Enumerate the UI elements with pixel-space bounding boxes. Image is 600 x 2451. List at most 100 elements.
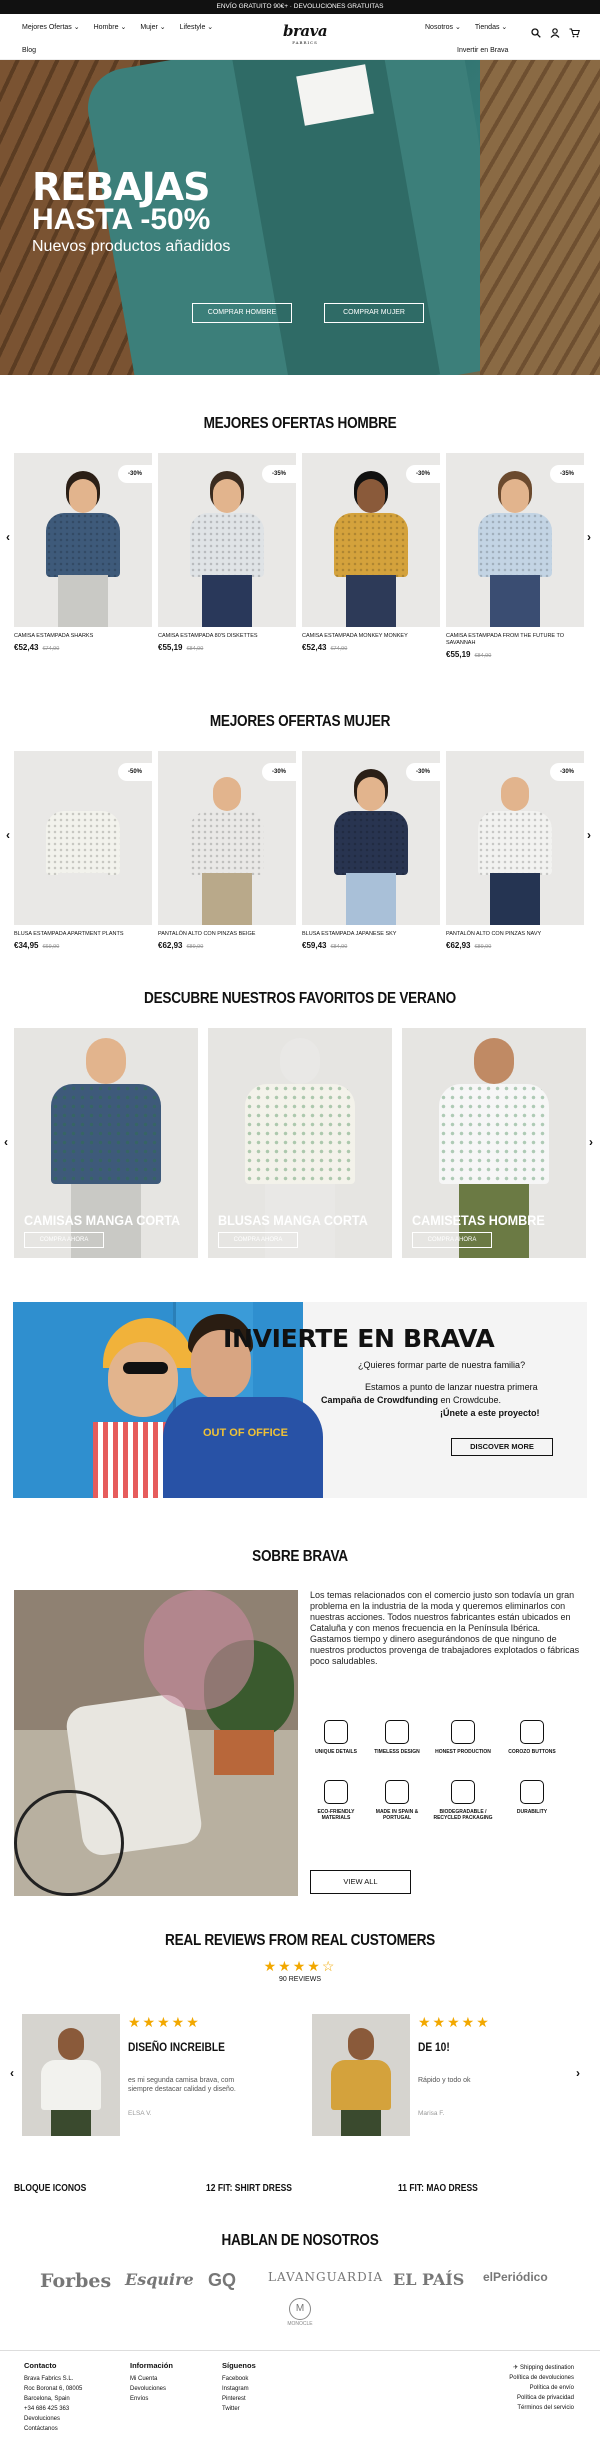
- fav-next-arrow[interactable]: ›: [589, 1135, 593, 1149]
- footer-link[interactable]: Política de privacidad: [509, 2393, 574, 2403]
- footer-link[interactable]: Devoluciones: [24, 2414, 82, 2424]
- reviews-prev-arrow[interactable]: ‹: [10, 2066, 14, 2080]
- favorite-tile[interactable]: CAMISETAS HOMBRE COMPRA AHORA: [402, 1028, 586, 1258]
- feature-icon: [324, 1720, 348, 1744]
- search-icon[interactable]: [531, 28, 541, 41]
- footer-link[interactable]: Política de devoluciones: [509, 2373, 574, 2383]
- feature-icon: [451, 1720, 475, 1744]
- feature-label: BIODEGRADABLE / RECYCLED PACKAGING: [433, 1809, 493, 1821]
- shipping-destination[interactable]: ✈ Shipping destination: [509, 2363, 574, 2373]
- header-nav: Mejores Ofertas ⌄ Hombre ⌄ Mujer ⌄ Lifes…: [0, 14, 600, 60]
- face: [86, 1038, 126, 1084]
- product-card[interactable]: -30% BLUSA ESTAMPADA JAPANESE SKY €59,43…: [302, 751, 440, 950]
- old-price: €69,90: [42, 944, 60, 950]
- nav-invest[interactable]: Invertir en Brava: [457, 47, 508, 54]
- brand-logo[interactable]: brava FABRICS: [283, 22, 328, 45]
- garment: [190, 811, 264, 875]
- garment: [190, 513, 264, 577]
- fav-prev-arrow[interactable]: ‹: [4, 1135, 8, 1149]
- reviews-next-arrow[interactable]: ›: [576, 2066, 580, 2080]
- garment: [439, 1084, 549, 1184]
- discount-badge: -30%: [406, 763, 440, 781]
- men-prev-arrow[interactable]: ‹: [6, 530, 10, 544]
- buy-now-button[interactable]: COMPRA AHORA: [24, 1232, 104, 1248]
- press-logo: GQ: [208, 2270, 237, 2290]
- buy-now-button[interactable]: COMPRA AHORA: [218, 1232, 298, 1248]
- nav-about[interactable]: Nosotros ⌄: [425, 23, 461, 31]
- product-card[interactable]: -30% PANTALÓN ALTO CON PINZAS BEIGE €62,…: [158, 751, 296, 950]
- product-link[interactable]: 11 FIT: MAO DRESS: [398, 2183, 478, 2194]
- product-name[interactable]: CAMISA ESTAMPADA MONKEY MONKEY: [302, 633, 440, 640]
- product-card[interactable]: -30% CAMISA ESTAMPADA MONKEY MONKEY €52,…: [302, 453, 440, 652]
- men-next-arrow[interactable]: ›: [587, 530, 591, 544]
- buy-now-button[interactable]: COMPRA AHORA: [412, 1232, 492, 1248]
- discount-badge: -35%: [262, 465, 296, 483]
- product-card[interactable]: -35% CAMISA ESTAMPADA FROM THE FUTURE TO…: [446, 453, 584, 659]
- footer-link[interactable]: Twitter: [222, 2404, 256, 2414]
- product-card[interactable]: -30% CAMISA ESTAMPADA SHARKS €52,43 €74,9…: [14, 453, 152, 652]
- feature-label: MADE IN SPAIN & PORTUGAL: [375, 1809, 419, 1821]
- women-next-arrow[interactable]: ›: [587, 828, 591, 842]
- product-link[interactable]: BLOQUE ICONOS: [14, 2183, 86, 2194]
- pants: [490, 873, 540, 925]
- women-prev-arrow[interactable]: ‹: [6, 828, 10, 842]
- product-name[interactable]: CAMISA ESTAMPADA SHARKS: [14, 633, 152, 640]
- product-image[interactable]: -30%: [302, 751, 440, 925]
- product-name[interactable]: CAMISA ESTAMPADA FROM THE FUTURE TO SAVA…: [446, 633, 584, 647]
- footer-link[interactable]: Instagram: [222, 2384, 256, 2394]
- product-name[interactable]: PANTALÓN ALTO CON PINZAS BEIGE: [158, 931, 296, 938]
- garment: [334, 513, 408, 577]
- reviewer-photo: [22, 2014, 120, 2136]
- cart-icon[interactable]: [569, 28, 580, 41]
- footer-link[interactable]: Términos del servicio: [509, 2403, 574, 2413]
- monocle-logo: M MONOCLE: [284, 2298, 316, 2327]
- favorite-tile[interactable]: BLUSAS MANGA CORTA COMPRA AHORA: [208, 1028, 392, 1258]
- product-card[interactable]: -30% PANTALÓN ALTO CON PINZAS NAVY €62,9…: [446, 751, 584, 950]
- footer-link[interactable]: Política de envío: [509, 2383, 574, 2393]
- press-logo: EL PAÍS: [393, 2270, 465, 2289]
- footer-link[interactable]: Contáctanos: [24, 2424, 82, 2434]
- product-name[interactable]: CAMISA ESTAMPADA 80'S DISKETTES: [158, 633, 296, 640]
- footer-link[interactable]: Devoluciones: [130, 2384, 173, 2394]
- product-image[interactable]: -35%: [158, 453, 296, 627]
- nav-men[interactable]: Hombre ⌄: [94, 23, 127, 31]
- product-card[interactable]: -50% BLUSA ESTAMPADA APARTMENT PLANTS €3…: [14, 751, 152, 950]
- product-price: €55,19 €84,90: [158, 643, 204, 652]
- view-all-button[interactable]: VIEW ALL: [310, 1870, 411, 1894]
- feature-item: ECO-FRIENDLY MATERIALS: [306, 1780, 366, 1821]
- nav-lifestyle[interactable]: Lifestyle ⌄: [180, 23, 214, 31]
- product-name[interactable]: BLUSA ESTAMPADA JAPANESE SKY: [302, 931, 440, 938]
- shop-men-button[interactable]: COMPRAR HOMBRE: [192, 303, 292, 323]
- product-link[interactable]: 12 FIT: SHIRT DRESS: [206, 2183, 292, 2194]
- footer-link[interactable]: Pinterest: [222, 2394, 256, 2404]
- old-price: €74,90: [330, 646, 348, 652]
- feature-icon: [324, 1780, 348, 1804]
- nav-blog[interactable]: Blog: [22, 47, 36, 54]
- product-card[interactable]: -35% CAMISA ESTAMPADA 80'S DISKETTES €55…: [158, 453, 296, 652]
- nav-best-offers[interactable]: Mejores Ofertas ⌄: [22, 23, 80, 31]
- discover-more-button[interactable]: DISCOVER MORE: [451, 1438, 553, 1456]
- favorite-tile[interactable]: CAMISAS MANGA CORTA COMPRA AHORA: [14, 1028, 198, 1258]
- account-icon[interactable]: [550, 28, 560, 41]
- footer-follow: Síguenos Facebook Instagram Pinterest Twitt…: [222, 2361, 256, 2414]
- invest-title: INVIERTE EN BRAVA: [223, 1324, 495, 1353]
- product-image[interactable]: -30%: [446, 751, 584, 925]
- footer-link[interactable]: Facebook: [222, 2374, 256, 2384]
- product-image[interactable]: -35%: [446, 453, 584, 627]
- discount-badge: -30%: [118, 465, 152, 483]
- product-image[interactable]: -50%: [14, 751, 152, 925]
- product-name[interactable]: BLUSA ESTAMPADA APARTMENT PLANTS: [14, 931, 152, 938]
- footer-link[interactable]: Mi Cuenta: [130, 2374, 173, 2384]
- feature-label: COROZO BUTTONS: [508, 1749, 556, 1755]
- nav-women[interactable]: Mujer ⌄: [140, 23, 165, 31]
- shop-women-button[interactable]: COMPRAR MUJER: [324, 303, 424, 323]
- product-image[interactable]: -30%: [158, 751, 296, 925]
- pants: [202, 575, 252, 627]
- face: [280, 1038, 320, 1084]
- footer-link[interactable]: Envíos: [130, 2394, 173, 2404]
- nav-stores[interactable]: Tiendas ⌄: [475, 23, 507, 31]
- reviews-count[interactable]: 90 REVIEWS: [0, 1976, 600, 1983]
- product-name[interactable]: PANTALÓN ALTO CON PINZAS NAVY: [446, 931, 584, 938]
- product-image[interactable]: -30%: [302, 453, 440, 627]
- product-image[interactable]: -30%: [14, 453, 152, 627]
